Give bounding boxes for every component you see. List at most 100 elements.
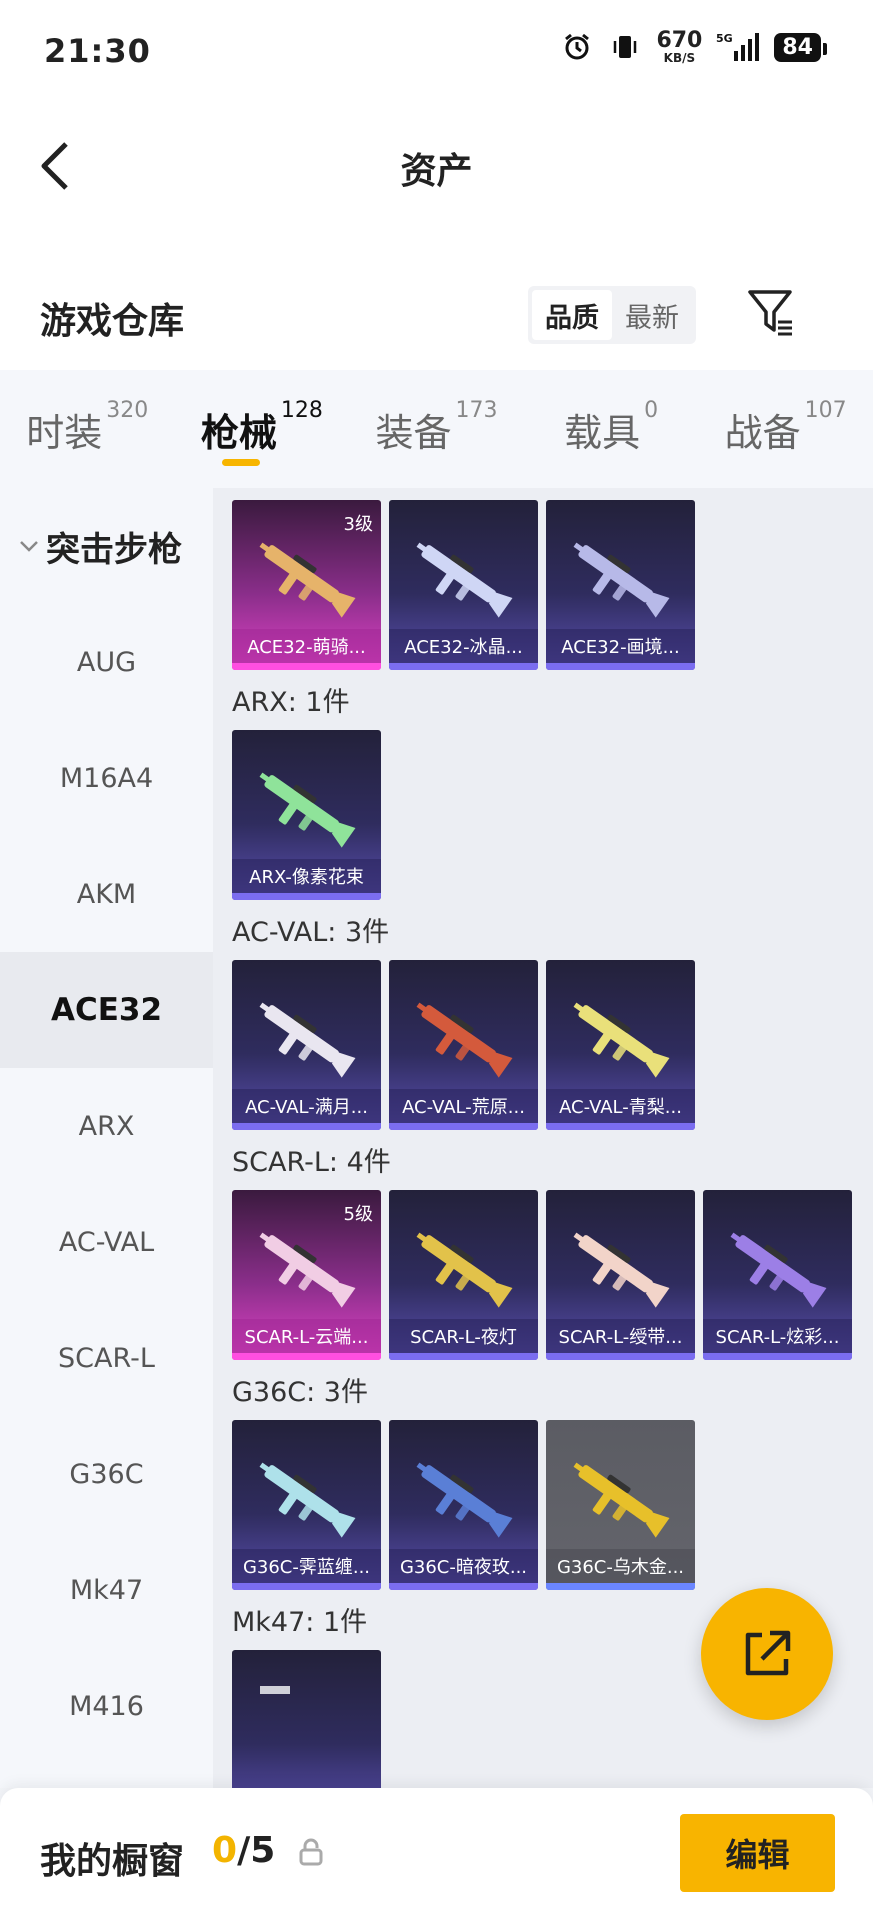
rarity-bar	[546, 663, 695, 670]
skin-card[interactable]: G36C-暗夜玫...	[389, 1420, 538, 1590]
tab-vehicles[interactable]: 载具 0	[524, 370, 699, 488]
battery-indicator: 84	[774, 32, 827, 62]
top-app-bar: 资产	[0, 100, 873, 230]
sort-quality-option[interactable]: 品质	[532, 290, 612, 340]
sidebar-item-akm[interactable]: AKM	[0, 836, 213, 952]
signal-5g-icon: 5G	[716, 30, 760, 64]
rifle-icon	[573, 1462, 670, 1538]
alarm-icon	[560, 30, 594, 64]
level-badge: 5级	[343, 1204, 373, 1225]
skin-name: AC-VAL-青梨...	[546, 1089, 695, 1123]
rifle-icon	[416, 1232, 513, 1308]
filter-icon	[748, 290, 792, 336]
rifle-icon	[416, 1462, 513, 1538]
warehouse-header: 游戏仓库 品质 最新	[0, 230, 873, 370]
skin-card[interactable]: AC-VAL-荒原...	[389, 960, 538, 1130]
cards-row: 5级 SCAR-L-云端... SCAR-L-夜灯 SCAR-L-绶带... SCAR-…	[232, 1190, 852, 1360]
skin-card[interactable]: AC-VAL-满月...	[232, 960, 381, 1130]
rarity-bar	[389, 663, 538, 670]
rifle-icon	[416, 542, 513, 618]
skin-card[interactable]: SCAR-L-绶带...	[546, 1190, 695, 1360]
skin-name: SCAR-L-绶带...	[546, 1319, 695, 1353]
skin-name: ACE32-冰晶...	[389, 629, 538, 663]
skin-name: G36C-霁蓝缠...	[232, 1549, 381, 1583]
skin-card[interactable]: AC-VAL-青梨...	[546, 960, 695, 1130]
skin-card[interactable]: ACE32-冰晶...	[389, 500, 538, 670]
level-badge: 3级	[343, 514, 373, 535]
skin-name: SCAR-L-炫彩...	[703, 1319, 852, 1353]
cards-row: 3级 ACE32-萌骑... ACE32-冰晶... ACE32-画境...	[232, 500, 695, 670]
skin-card[interactable]: ACE32-画境...	[546, 500, 695, 670]
share-fab[interactable]	[701, 1588, 833, 1720]
tab-equipment[interactable]: 装备 173	[349, 370, 524, 488]
skin-card[interactable]: ARX-像素花束	[232, 730, 381, 900]
vibrate-icon	[608, 30, 642, 64]
rifle-icon	[259, 1462, 356, 1538]
rarity-bar	[389, 1583, 538, 1590]
sidebar-item-ace32[interactable]: ACE32	[0, 952, 213, 1068]
section-title: 游戏仓库	[40, 301, 185, 342]
sidebar-item-scar-l[interactable]: SCAR-L	[0, 1300, 213, 1416]
sidebar-item-g36c[interactable]: G36C	[0, 1416, 213, 1532]
sort-toggle: 品质 最新	[528, 286, 696, 344]
rarity-bar	[389, 1353, 538, 1360]
cards-row: G36C-霁蓝缠... G36C-暗夜玫... G36C-乌木金...	[232, 1420, 695, 1590]
rifle-icon	[416, 1002, 513, 1078]
filter-button[interactable]	[746, 286, 798, 338]
rifle-icon	[259, 772, 356, 848]
sort-latest-option[interactable]: 最新	[612, 290, 692, 340]
rarity-bar	[703, 1353, 852, 1360]
status-time: 21:30	[44, 32, 151, 70]
sidebar-group-assault-rifles[interactable]: 突击步枪	[0, 488, 213, 604]
cards-row: ARX-像素花束	[232, 730, 381, 900]
group-label: AC-VAL: 3件	[232, 917, 390, 948]
skin-card[interactable]: 5级 SCAR-L-云端...	[232, 1190, 381, 1360]
rarity-bar	[232, 1123, 381, 1130]
skin-name: SCAR-L-云端...	[232, 1319, 381, 1353]
rarity-bar	[546, 1583, 695, 1590]
cards-row	[232, 1650, 381, 1788]
chevron-down-icon	[20, 541, 38, 552]
skin-card[interactable]: 3级 ACE32-萌骑...	[232, 500, 381, 670]
status-bar: 21:30 670 KB/S 5G 84	[0, 0, 873, 100]
rifle-icon	[259, 1232, 356, 1308]
skin-card[interactable]: G36C-乌木金...	[546, 1420, 695, 1590]
group-label: SCAR-L: 4件	[232, 1147, 391, 1178]
tab-supplies[interactable]: 战备 107	[698, 370, 873, 488]
skin-card[interactable]	[232, 1650, 381, 1788]
sidebar-item-ac-val[interactable]: AC-VAL	[0, 1184, 213, 1300]
skin-card[interactable]: SCAR-L-炫彩...	[703, 1190, 852, 1360]
sidebar-item-m416[interactable]: M416	[0, 1648, 213, 1764]
rifle-icon	[573, 1002, 670, 1078]
rarity-bar	[232, 893, 381, 900]
skin-card[interactable]: G36C-霁蓝缠...	[232, 1420, 381, 1590]
rifle-icon	[573, 542, 670, 618]
weapon-type-sidebar: 突击步枪 AUG M16A4 AKM ACE32 ARX AC-VAL SCAR…	[0, 488, 213, 1788]
skin-card[interactable]: SCAR-L-夜灯	[389, 1190, 538, 1360]
rarity-bar	[546, 1123, 695, 1130]
cards-row: AC-VAL-满月... AC-VAL-荒原... AC-VAL-青梨...	[232, 960, 695, 1130]
skin-name: AC-VAL-满月...	[232, 1089, 381, 1123]
tab-outfits[interactable]: 时装 320	[0, 370, 175, 488]
skin-name: ACE32-画境...	[546, 629, 695, 663]
tab-weapons[interactable]: 枪械 128	[175, 370, 350, 488]
edit-button[interactable]: 编辑	[680, 1814, 835, 1892]
skin-name: G36C-乌木金...	[546, 1549, 695, 1583]
group-label: G36C: 3件	[232, 1377, 368, 1408]
rifle-icon	[730, 1232, 827, 1308]
svg-text:5G: 5G	[716, 32, 733, 45]
status-icons: 670 KB/S 5G 84	[560, 28, 827, 65]
rifle-icon	[260, 1686, 290, 1694]
rarity-bar	[546, 1353, 695, 1360]
sidebar-item-aug[interactable]: AUG	[0, 604, 213, 720]
skin-name: SCAR-L-夜灯	[389, 1319, 538, 1353]
network-speed: 670 KB/S	[656, 28, 703, 65]
showcase-count: 0/5	[212, 1830, 276, 1871]
lock-icon	[298, 1838, 324, 1866]
showcase-bar: 我的橱窗 0/5 编辑	[0, 1788, 873, 1920]
sidebar-item-m16a4[interactable]: M16A4	[0, 720, 213, 836]
rarity-bar	[232, 663, 381, 670]
skin-name: ACE32-萌骑...	[232, 629, 381, 663]
sidebar-item-arx[interactable]: ARX	[0, 1068, 213, 1184]
sidebar-item-mk47[interactable]: Mk47	[0, 1532, 213, 1648]
